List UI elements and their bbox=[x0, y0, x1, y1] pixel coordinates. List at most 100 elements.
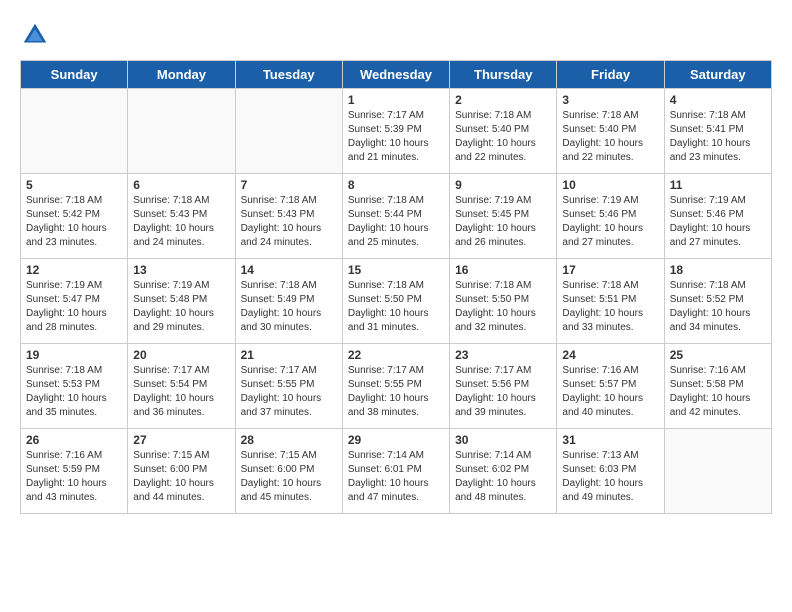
calendar-cell: 5 Sunrise: 7:18 AM Sunset: 5:42 PM Daylig… bbox=[21, 174, 128, 259]
calendar-cell: 28 Sunrise: 7:15 AM Sunset: 6:00 PM Dayli… bbox=[235, 429, 342, 514]
calendar-cell: 17Sunrise: 7:18 AM Sunset: 5:51 PM Dayli… bbox=[557, 259, 664, 344]
calendar-cell: 1 Sunrise: 7:17 AM Sunset: 5:39 PM Daylig… bbox=[342, 89, 449, 174]
day-number: 12 bbox=[26, 263, 122, 277]
calendar-cell: 8Sunrise: 7:18 AM Sunset: 5:44 PM Daylig… bbox=[342, 174, 449, 259]
calendar-cell: 4Sunrise: 7:18 AM Sunset: 5:41 PM Daylig… bbox=[664, 89, 771, 174]
day-number: 18 bbox=[670, 263, 766, 277]
day-number: 28 bbox=[241, 433, 337, 447]
day-number: 8 bbox=[348, 178, 444, 192]
day-header-wednesday: Wednesday bbox=[342, 61, 449, 89]
day-info: Sunrise: 7:17 AM Sunset: 5:55 PM Dayligh… bbox=[348, 364, 444, 420]
calendar-cell: 27 Sunrise: 7:15 AM Sunset: 6:00 PM Dayli… bbox=[128, 429, 235, 514]
day-number: 19 bbox=[26, 348, 122, 362]
day-number: 2 bbox=[455, 93, 551, 107]
day-number: 25 bbox=[670, 348, 766, 362]
calendar-cell bbox=[128, 89, 235, 174]
calendar-cell: 19 Sunrise: 7:18 AM Sunset: 5:53 PM Dayli… bbox=[21, 344, 128, 429]
day-number: 20 bbox=[133, 348, 229, 362]
day-info: Sunrise: 7:18 AM Sunset: 5:50 PM Dayligh… bbox=[348, 279, 444, 335]
day-info: Sunrise: 7:18 AM Sunset: 5:52 PM Dayligh… bbox=[670, 279, 766, 335]
day-number: 21 bbox=[241, 348, 337, 362]
day-number: 7 bbox=[241, 178, 337, 192]
calendar-cell: 25 Sunrise: 7:16 AM Sunset: 5:58 PM Dayli… bbox=[664, 344, 771, 429]
day-number: 4 bbox=[670, 93, 766, 107]
week-row-2: 5 Sunrise: 7:18 AM Sunset: 5:42 PM Daylig… bbox=[21, 174, 772, 259]
calendar-cell: 16 Sunrise: 7:18 AM Sunset: 5:50 PM Dayli… bbox=[450, 259, 557, 344]
day-info: Sunrise: 7:16 AM Sunset: 5:59 PM Dayligh… bbox=[26, 449, 122, 505]
day-number: 11 bbox=[670, 178, 766, 192]
calendar-table: SundayMondayTuesdayWednesdayThursdayFrid… bbox=[20, 60, 772, 514]
week-row-4: 19 Sunrise: 7:18 AM Sunset: 5:53 PM Dayli… bbox=[21, 344, 772, 429]
calendar-header-row: SundayMondayTuesdayWednesdayThursdayFrid… bbox=[21, 61, 772, 89]
page-header bbox=[20, 20, 772, 50]
calendar-cell: 10 Sunrise: 7:19 AM Sunset: 5:46 PM Dayli… bbox=[557, 174, 664, 259]
day-number: 23 bbox=[455, 348, 551, 362]
calendar-cell: 23 Sunrise: 7:17 AM Sunset: 5:56 PM Dayli… bbox=[450, 344, 557, 429]
day-number: 27 bbox=[133, 433, 229, 447]
calendar-cell: 11 Sunrise: 7:19 AM Sunset: 5:46 PM Dayli… bbox=[664, 174, 771, 259]
day-info: Sunrise: 7:17 AM Sunset: 5:54 PM Dayligh… bbox=[133, 364, 229, 420]
day-info: Sunrise: 7:14 AM Sunset: 6:02 PM Dayligh… bbox=[455, 449, 551, 505]
calendar-cell: 18 Sunrise: 7:18 AM Sunset: 5:52 PM Dayli… bbox=[664, 259, 771, 344]
day-number: 22 bbox=[348, 348, 444, 362]
day-info: Sunrise: 7:16 AM Sunset: 5:57 PM Dayligh… bbox=[562, 364, 658, 420]
day-info: Sunrise: 7:19 AM Sunset: 5:46 PM Dayligh… bbox=[670, 194, 766, 250]
day-header-friday: Friday bbox=[557, 61, 664, 89]
day-number: 26 bbox=[26, 433, 122, 447]
day-info: Sunrise: 7:18 AM Sunset: 5:49 PM Dayligh… bbox=[241, 279, 337, 335]
day-info: Sunrise: 7:14 AM Sunset: 6:01 PM Dayligh… bbox=[348, 449, 444, 505]
day-info: Sunrise: 7:17 AM Sunset: 5:39 PM Dayligh… bbox=[348, 109, 444, 165]
calendar-cell: 21 Sunrise: 7:17 AM Sunset: 5:55 PM Dayli… bbox=[235, 344, 342, 429]
day-info: Sunrise: 7:13 AM Sunset: 6:03 PM Dayligh… bbox=[562, 449, 658, 505]
calendar-cell: 2 Sunrise: 7:18 AM Sunset: 5:40 PM Daylig… bbox=[450, 89, 557, 174]
calendar-cell: 7Sunrise: 7:18 AM Sunset: 5:43 PM Daylig… bbox=[235, 174, 342, 259]
day-number: 15 bbox=[348, 263, 444, 277]
calendar-cell: 26 Sunrise: 7:16 AM Sunset: 5:59 PM Dayli… bbox=[21, 429, 128, 514]
day-number: 13 bbox=[133, 263, 229, 277]
day-info: Sunrise: 7:18 AM Sunset: 5:53 PM Dayligh… bbox=[26, 364, 122, 420]
day-header-sunday: Sunday bbox=[21, 61, 128, 89]
day-info: Sunrise: 7:15 AM Sunset: 6:00 PM Dayligh… bbox=[133, 449, 229, 505]
day-info: Sunrise: 7:18 AM Sunset: 5:50 PM Dayligh… bbox=[455, 279, 551, 335]
day-info: Sunrise: 7:17 AM Sunset: 5:56 PM Dayligh… bbox=[455, 364, 551, 420]
calendar-cell bbox=[21, 89, 128, 174]
calendar-cell: 31 Sunrise: 7:13 AM Sunset: 6:03 PM Dayli… bbox=[557, 429, 664, 514]
day-number: 1 bbox=[348, 93, 444, 107]
logo bbox=[20, 20, 54, 50]
day-number: 9 bbox=[455, 178, 551, 192]
day-info: Sunrise: 7:16 AM Sunset: 5:58 PM Dayligh… bbox=[670, 364, 766, 420]
day-number: 16 bbox=[455, 263, 551, 277]
day-number: 10 bbox=[562, 178, 658, 192]
day-info: Sunrise: 7:19 AM Sunset: 5:48 PM Dayligh… bbox=[133, 279, 229, 335]
day-header-tuesday: Tuesday bbox=[235, 61, 342, 89]
day-number: 31 bbox=[562, 433, 658, 447]
calendar-cell: 14 Sunrise: 7:18 AM Sunset: 5:49 PM Dayli… bbox=[235, 259, 342, 344]
day-number: 5 bbox=[26, 178, 122, 192]
calendar-cell bbox=[664, 429, 771, 514]
day-number: 30 bbox=[455, 433, 551, 447]
week-row-1: 1 Sunrise: 7:17 AM Sunset: 5:39 PM Daylig… bbox=[21, 89, 772, 174]
day-info: Sunrise: 7:19 AM Sunset: 5:47 PM Dayligh… bbox=[26, 279, 122, 335]
calendar-cell: 15 Sunrise: 7:18 AM Sunset: 5:50 PM Dayli… bbox=[342, 259, 449, 344]
day-info: Sunrise: 7:18 AM Sunset: 5:42 PM Dayligh… bbox=[26, 194, 122, 250]
day-info: Sunrise: 7:19 AM Sunset: 5:45 PM Dayligh… bbox=[455, 194, 551, 250]
day-info: Sunrise: 7:17 AM Sunset: 5:55 PM Dayligh… bbox=[241, 364, 337, 420]
day-number: 6 bbox=[133, 178, 229, 192]
day-info: Sunrise: 7:19 AM Sunset: 5:46 PM Dayligh… bbox=[562, 194, 658, 250]
calendar-cell: 9 Sunrise: 7:19 AM Sunset: 5:45 PM Daylig… bbox=[450, 174, 557, 259]
calendar-body: 1 Sunrise: 7:17 AM Sunset: 5:39 PM Daylig… bbox=[21, 89, 772, 514]
day-number: 14 bbox=[241, 263, 337, 277]
day-info: Sunrise: 7:18 AM Sunset: 5:43 PM Dayligh… bbox=[133, 194, 229, 250]
day-info: Sunrise: 7:15 AM Sunset: 6:00 PM Dayligh… bbox=[241, 449, 337, 505]
calendar-cell: 24Sunrise: 7:16 AM Sunset: 5:57 PM Dayli… bbox=[557, 344, 664, 429]
day-info: Sunrise: 7:18 AM Sunset: 5:40 PM Dayligh… bbox=[455, 109, 551, 165]
calendar-cell: 3Sunrise: 7:18 AM Sunset: 5:40 PM Daylig… bbox=[557, 89, 664, 174]
day-header-thursday: Thursday bbox=[450, 61, 557, 89]
day-header-monday: Monday bbox=[128, 61, 235, 89]
calendar-cell: 12 Sunrise: 7:19 AM Sunset: 5:47 PM Dayli… bbox=[21, 259, 128, 344]
calendar-cell bbox=[235, 89, 342, 174]
day-number: 29 bbox=[348, 433, 444, 447]
day-header-saturday: Saturday bbox=[664, 61, 771, 89]
calendar-cell: 29 Sunrise: 7:14 AM Sunset: 6:01 PM Dayli… bbox=[342, 429, 449, 514]
calendar-cell: 6 Sunrise: 7:18 AM Sunset: 5:43 PM Daylig… bbox=[128, 174, 235, 259]
